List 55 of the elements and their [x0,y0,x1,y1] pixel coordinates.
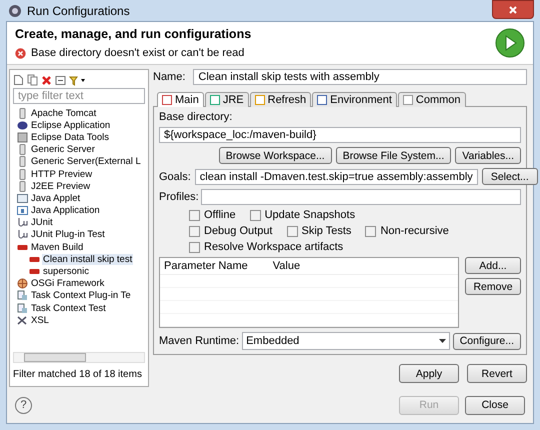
tab[interactable]: JRE [204,92,249,107]
dialog-title: Create, manage, and run configurations [15,27,252,41]
checkbox-label: Debug Output [204,225,272,237]
action-button[interactable]: Revert [467,364,527,383]
parameter-button[interactable]: Add... [465,257,521,274]
name-field[interactable]: Clean install skip tests with assembly [193,69,527,85]
name-label: Name: [153,71,186,83]
tree-item[interactable]: Generic Server(External L [13,156,145,168]
tab[interactable]: Environment [312,92,397,107]
error-message: Base directory doesn't exist or can't be read [31,47,244,59]
tab[interactable]: Refresh [250,92,312,107]
browse-button[interactable]: Browse Workspace... [218,147,332,164]
column-header[interactable]: Value [272,260,300,272]
tree-item[interactable]: Eclipse Data Tools [13,131,145,144]
runtime-dropdown[interactable]: Embedded [242,332,450,350]
checkbox-label: Offline [204,209,236,221]
filter-status: Filter matched 18 of 18 items [13,368,143,382]
goals-field[interactable]: clean install -Dmaven.test.skip=true assembly:assembly [194,168,478,184]
tree-item[interactable]: Task Context Test [13,302,145,314]
window-title: Run Configurations [27,4,130,18]
tree-item[interactable]: Apache Tomcat [13,107,145,120]
tree-item[interactable]: Task Context Plug-in Te [13,290,145,302]
runtime-label: Maven Runtime: [159,335,240,347]
action-button[interactable]: Apply [399,364,459,383]
tree-item[interactable]: Generic Server [13,144,145,156]
tree-item[interactable]: Java Application [13,204,145,217]
profiles-label: Profiles: [159,191,199,203]
base-directory-label: Base directory: [159,111,234,123]
tree-item[interactable]: supersonic [13,265,145,278]
tree-item[interactable]: JUnit Plug-in Test [13,228,145,242]
browse-button[interactable]: Variables... [455,147,521,164]
tree-item[interactable]: Maven Build [13,241,145,254]
column-header[interactable]: Parameter Name [164,260,248,272]
tab[interactable]: Main [157,92,204,107]
parameter-button[interactable]: Remove [465,278,521,295]
tab[interactable]: Common [398,92,466,107]
select-button[interactable]: Select... [482,168,538,185]
dialog-button[interactable]: Close [465,396,525,414]
help-button[interactable]: ? [15,396,32,414]
configure-button[interactable]: Configure... [452,332,521,350]
filter-field[interactable]: type filter text [13,88,145,104]
tree-item[interactable]: OSGi Framework [13,278,145,290]
base-directory-field[interactable]: ${workspace_loc:/maven-build} [159,127,521,143]
tree-item[interactable]: Java Applet [13,192,145,204]
goals-label: Goals: [159,170,191,182]
tree-item[interactable]: JUnit [13,216,145,229]
checkbox-label: Resolve Workspace artifacts [204,241,344,253]
tree-item[interactable]: HTTP Preview [13,168,145,180]
checkbox-label: Update Snapshots [264,209,356,221]
tree-item[interactable]: J2EE Preview [13,180,145,192]
checkbox-label: Skip Tests [302,225,352,237]
tree-item[interactable]: Eclipse Application [13,119,145,132]
tree-item[interactable]: XSL [13,314,145,326]
browse-button[interactable]: Browse File System... [336,147,452,164]
checkbox-label: Non-recursive [380,225,449,237]
